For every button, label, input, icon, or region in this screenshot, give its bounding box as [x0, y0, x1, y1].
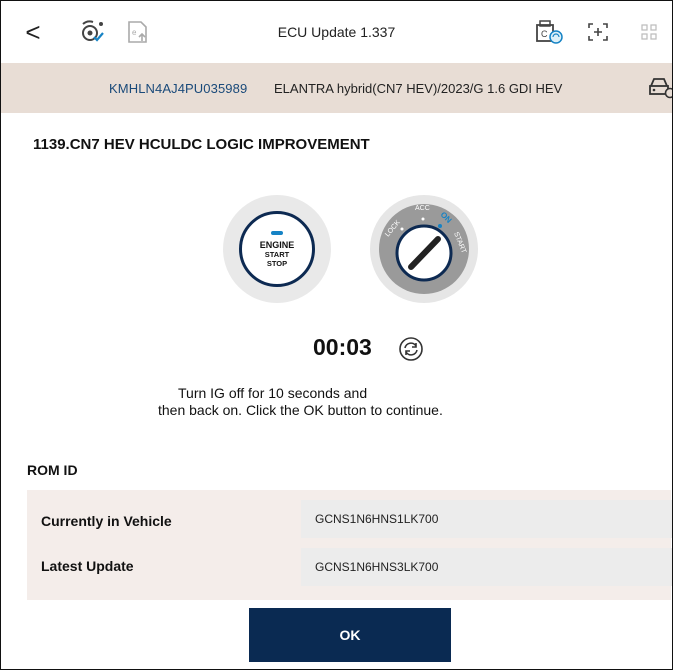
instruction-text: Turn IG off for 10 seconds and then back…	[158, 385, 443, 419]
screen-capture-icon[interactable]	[585, 1, 611, 63]
rom-current-label: Currently in Vehicle	[41, 513, 172, 529]
engine-start-stop-icon: ENGINE START STOP	[223, 195, 331, 303]
vin-number: KMHLN4AJ4PU035989	[109, 80, 248, 96]
rom-current-value: GCNS1N6HNS1LK700	[301, 500, 672, 538]
vehicle-description: ELANTRA hybrid(CN7 HEV)/2023/G 1.6 GDI H…	[274, 80, 563, 96]
rom-latest-label: Latest Update	[41, 558, 134, 574]
rom-id-table: Currently in Vehicle GCNS1N6HNS1LK700 La…	[27, 490, 672, 600]
grid-menu-icon[interactable]	[637, 1, 661, 63]
engine-label-line1: ENGINE	[259, 239, 295, 250]
vci-connection-icon[interactable]: C	[534, 1, 566, 63]
rom-id-title: ROM ID	[27, 462, 78, 478]
app-frame: < e ECU Update 1.337 C KMHLN4AJ4PU035989…	[0, 0, 673, 670]
ignition-label-acc: ACC	[415, 205, 430, 212]
vehicle-info-bar: KMHLN4AJ4PU035989 ELANTRA hybrid(CN7 HEV…	[1, 63, 672, 113]
svg-text:e: e	[132, 28, 137, 37]
ok-button[interactable]: OK	[249, 608, 451, 662]
update-title: 1139.CN7 HEV HCULDC LOGIC IMPROVEMENT	[33, 136, 370, 153]
refresh-icon[interactable]	[398, 336, 424, 367]
ignition-key-icon: LOCK ACC ON START	[368, 193, 480, 305]
rom-latest-value: GCNS1N6HNS3LK700	[301, 548, 672, 586]
back-icon[interactable]: <	[21, 1, 45, 63]
countdown-timer: 00:03	[313, 334, 372, 360]
top-toolbar: < e ECU Update 1.337 C	[1, 1, 672, 63]
ecu-upload-icon[interactable]: e	[125, 1, 151, 63]
instruction-line2: then back on. Click the OK button to con…	[158, 402, 443, 418]
svg-text:C: C	[541, 29, 548, 39]
wireless-diagnosis-icon[interactable]	[77, 1, 107, 63]
instruction-line1: Turn IG off for 10 seconds and	[178, 385, 368, 401]
engine-label-line2: START	[264, 249, 290, 259]
vehicle-settings-icon[interactable]	[648, 76, 672, 103]
engine-label-line3: STOP	[266, 258, 288, 268]
engine-indicator-light	[271, 230, 283, 235]
